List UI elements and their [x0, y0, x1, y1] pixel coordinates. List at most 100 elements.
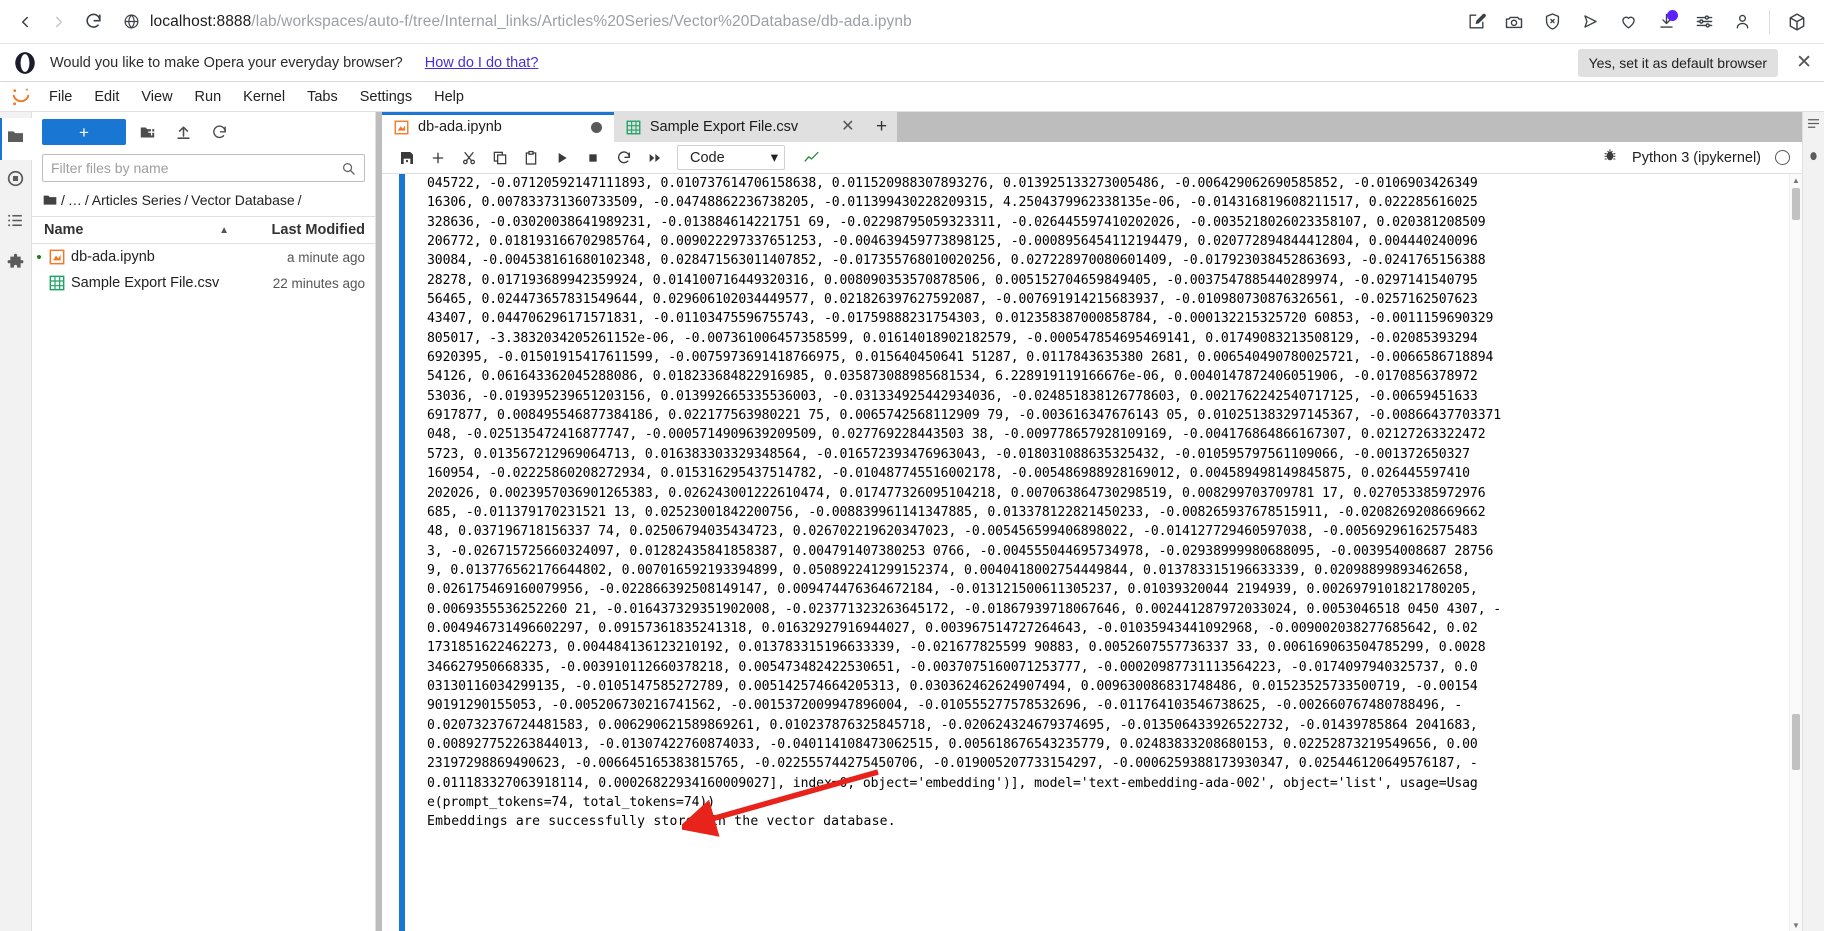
output-line: Embeddings are successfully stored in th…: [427, 812, 1783, 831]
download-badge: [1667, 10, 1678, 21]
output-line: 6920395, -0.01501915417611599, -0.007597…: [427, 348, 1783, 367]
scrollbar-thumb-lower[interactable]: [1792, 714, 1800, 770]
breadcrumb-articles-series[interactable]: Articles Series: [92, 192, 181, 208]
jupyter-menu-bar: File Edit View Run Kernel Tabs Settings …: [0, 82, 1824, 112]
notebook-cell[interactable]: 045722, -0.07120592147111893, 0.01073761…: [382, 174, 1789, 931]
notebook-icon: [46, 249, 68, 265]
menu-help[interactable]: Help: [423, 85, 475, 109]
sidebar-item-toc[interactable]: [0, 202, 32, 244]
menu-kernel[interactable]: Kernel: [232, 85, 296, 109]
scrollbar-thumb[interactable]: [1792, 188, 1800, 220]
shield-block-icon[interactable]: [1533, 3, 1571, 41]
address-bar[interactable]: localhost:8888/lab/workspaces/auto-f/tre…: [116, 5, 1457, 39]
close-icon[interactable]: ✕: [1796, 53, 1812, 72]
scroll-down-arrow-icon[interactable]: ▼: [1790, 919, 1802, 931]
send-icon[interactable]: [1571, 3, 1609, 41]
breadcrumb-vector-database[interactable]: Vector Database: [191, 192, 295, 208]
paste-icon[interactable]: [516, 145, 546, 171]
breadcrumb: / … / Articles Series / Vector Database …: [32, 188, 375, 216]
spreadsheet-icon: [46, 275, 68, 291]
output-line: 045722, -0.07120592147111893, 0.01073761…: [427, 174, 1783, 193]
output-line: 43407, 0.044706296171571831, -0.01103475…: [427, 309, 1783, 328]
output-line: 0.020732376724481583, 0.0062906215898692…: [427, 716, 1783, 735]
back-button[interactable]: [8, 5, 42, 39]
workspaces-cube-icon[interactable]: [1778, 3, 1816, 41]
browser-action-icons: [1457, 3, 1816, 41]
plot-icon[interactable]: [796, 145, 826, 171]
set-default-browser-button[interactable]: Yes, set it as default browser: [1578, 49, 1778, 77]
left-sidebar-rail: [0, 112, 32, 931]
upload-icon[interactable]: [168, 119, 198, 145]
insert-cell-icon[interactable]: [423, 145, 453, 171]
output-line: 54126, 0.061643362045288086, 0.018233684…: [427, 367, 1783, 386]
bug-icon[interactable]: [1602, 147, 1618, 168]
output-line: 03130116034299135, -0.0105147585272789, …: [427, 677, 1783, 696]
output-line: 1731851622462273, 0.004484136123210192, …: [427, 638, 1783, 657]
menu-view[interactable]: View: [130, 85, 183, 109]
tab-db-ada-notebook[interactable]: db-ada.ipynb: [382, 112, 614, 142]
reload-button[interactable]: [76, 5, 110, 39]
property-inspector-icon[interactable]: [1806, 116, 1821, 136]
new-tab-button[interactable]: +: [867, 112, 897, 142]
pin-edit-icon[interactable]: [1457, 3, 1495, 41]
breadcrumb-home-icon[interactable]: [42, 192, 58, 208]
url-host: localhost:8888: [150, 13, 251, 30]
menu-edit[interactable]: Edit: [83, 85, 130, 109]
restart-icon[interactable]: [609, 145, 639, 171]
tab-label: db-ada.ipynb: [418, 119, 502, 135]
debugger-panel-icon[interactable]: [1806, 148, 1821, 168]
globe-icon: [116, 13, 146, 30]
output-line: 048, -0.025135472416877747, -0.000571490…: [427, 425, 1783, 444]
column-header-last-modified[interactable]: Last Modified: [243, 222, 375, 238]
file-modified: 22 minutes ago: [243, 276, 375, 291]
copy-icon[interactable]: [485, 145, 515, 171]
right-sidebar-rail: [1802, 112, 1824, 931]
output-line: 5723, 0.013567212969064713, 0.0163833033…: [427, 445, 1783, 464]
filter-files-input-wrapper[interactable]: [42, 154, 365, 182]
run-icon[interactable]: [547, 145, 577, 171]
unsaved-changes-dot[interactable]: [591, 122, 602, 133]
notebook-toolbar: Code ▾ Python 3 (ipykernel): [382, 142, 1802, 174]
file-browser-toolbar: +: [32, 112, 375, 152]
sidebar-item-extensions[interactable]: [0, 244, 32, 286]
sidebar-item-file-browser[interactable]: [0, 118, 32, 160]
restart-run-all-icon[interactable]: [640, 145, 670, 171]
new-launcher-button[interactable]: +: [42, 119, 126, 145]
profile-icon[interactable]: [1723, 3, 1761, 41]
filter-files-input[interactable]: [51, 160, 341, 176]
save-icon[interactable]: [392, 145, 422, 171]
breadcrumb-sep-1: /: [85, 192, 89, 208]
refresh-icon[interactable]: [204, 119, 234, 145]
new-folder-icon[interactable]: [132, 119, 162, 145]
kernel-status-idle-icon[interactable]: [1775, 150, 1790, 165]
column-header-name-label: Name: [44, 222, 84, 238]
download-icon[interactable]: [1647, 3, 1685, 41]
cell-type-select[interactable]: Code ▾: [677, 145, 785, 170]
cut-icon[interactable]: [454, 145, 484, 171]
output-line: 3, -0.026715725660324097, 0.012824358418…: [427, 542, 1783, 561]
close-icon[interactable]: ✕: [841, 119, 854, 135]
heart-icon[interactable]: [1609, 3, 1647, 41]
camera-icon[interactable]: [1495, 3, 1533, 41]
sort-ascending-icon: ▲: [219, 225, 229, 236]
menu-run[interactable]: Run: [184, 85, 233, 109]
breadcrumb-ellipsis[interactable]: …: [68, 192, 82, 208]
menu-file[interactable]: File: [38, 85, 83, 109]
menu-tabs[interactable]: Tabs: [296, 85, 349, 109]
menu-settings[interactable]: Settings: [349, 85, 423, 109]
opera-banner-help-link[interactable]: How do I do that?: [425, 55, 539, 71]
opera-default-browser-banner: Would you like to make Opera your everyd…: [0, 44, 1824, 82]
notebook-vertical-scrollbar[interactable]: ▲ ▼: [1789, 174, 1802, 931]
list-item[interactable]: • db-ada.ipynb a minute ago: [32, 244, 375, 270]
settings-sliders-icon[interactable]: [1685, 3, 1723, 41]
output-line: 48, 0.037196718156337 74, 0.025067940354…: [427, 522, 1783, 541]
sidebar-item-running[interactable]: [0, 160, 32, 202]
search-icon: [341, 161, 356, 176]
column-header-name[interactable]: Name ▲: [32, 222, 243, 238]
forward-button[interactable]: [42, 5, 76, 39]
tab-sample-export-csv[interactable]: Sample Export File.csv ✕: [614, 112, 867, 142]
stop-icon[interactable]: [578, 145, 608, 171]
scroll-up-arrow-icon[interactable]: ▲: [1790, 174, 1802, 186]
list-item[interactable]: Sample Export File.csv 22 minutes ago: [32, 270, 375, 296]
kernel-name-label[interactable]: Python 3 (ipykernel): [1632, 150, 1761, 166]
